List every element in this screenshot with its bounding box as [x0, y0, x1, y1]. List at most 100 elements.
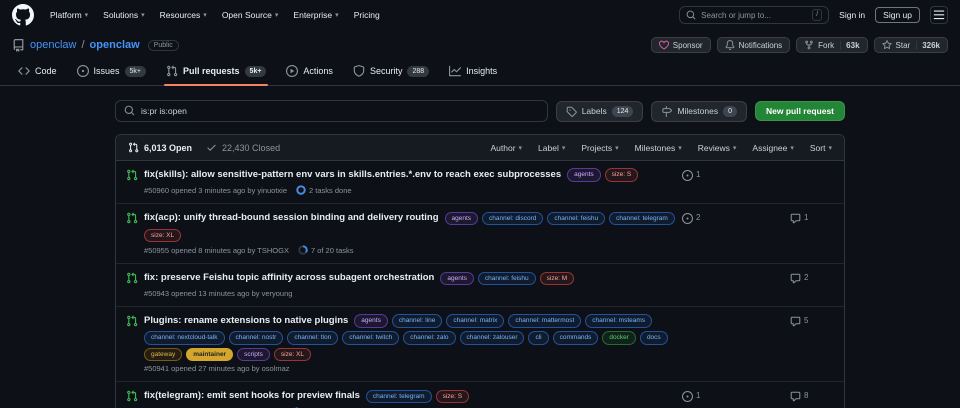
- milestones-button[interactable]: Milestones 0: [651, 101, 747, 122]
- pr-search-box[interactable]: [115, 100, 548, 122]
- labels-button[interactable]: Labels 124: [556, 101, 644, 122]
- pr-title-link[interactable]: fix(skills): allow sensitive-pattern env…: [144, 168, 561, 182]
- pr-search-input[interactable]: [141, 106, 539, 116]
- pr-label[interactable]: size: S: [605, 168, 639, 182]
- pr-main: fix: preserve Feishu topic affinity acro…: [144, 271, 682, 297]
- pr-label[interactable]: channel: tlon: [287, 331, 338, 345]
- sliders-icon: [933, 9, 945, 21]
- pr-title-link[interactable]: fix(telegram): emit sent hooks for previ…: [144, 389, 360, 403]
- bell-icon: [725, 40, 735, 50]
- pr-label[interactable]: channel: discord: [482, 212, 543, 226]
- pr-label[interactable]: channel: nostr: [229, 331, 284, 345]
- pr-label[interactable]: channel: matrix: [446, 314, 504, 328]
- github-logo-icon: [12, 4, 34, 26]
- pr-row: Plugins: rename extensions to native plu…: [116, 306, 844, 382]
- filter-assignee[interactable]: Assignee▾: [752, 143, 793, 153]
- pr-review-count[interactable]: 1: [682, 170, 790, 195]
- comment-count-text: 2: [804, 273, 808, 282]
- pr-review-count[interactable]: 1: [682, 391, 790, 408]
- shield-icon: [353, 65, 365, 77]
- filter-label[interactable]: Label▾: [538, 143, 565, 153]
- nav-item-pricing[interactable]: Pricing: [354, 10, 380, 20]
- pr-label[interactable]: channel: telegram: [366, 390, 432, 404]
- pr-title-link[interactable]: fix(acp): unify thread-bound session bin…: [144, 211, 439, 225]
- tab-code[interactable]: Code: [10, 59, 65, 85]
- tab-count: 5k+: [125, 66, 146, 77]
- pr-label[interactable]: channel: twitch: [342, 331, 399, 345]
- repo-name-link[interactable]: openclaw: [90, 39, 140, 51]
- new-pull-request-button[interactable]: New pull request: [755, 101, 845, 121]
- pr-label[interactable]: gateway: [144, 348, 182, 362]
- pr-label[interactable]: maintainer: [186, 348, 233, 362]
- sign-up-button[interactable]: Sign up: [875, 7, 920, 23]
- repo-owner-link[interactable]: openclaw: [30, 39, 76, 51]
- pr-label[interactable]: size: XL: [274, 348, 311, 362]
- sponsor-button[interactable]: Sponsor: [651, 37, 711, 53]
- pr-label[interactable]: cli: [528, 331, 548, 345]
- tab-security[interactable]: Security288: [345, 59, 437, 85]
- github-logo-icon[interactable]: [12, 4, 34, 26]
- sign-in-link[interactable]: Sign in: [839, 10, 865, 20]
- tab-pull-requests[interactable]: Pull requests5k+: [158, 59, 274, 85]
- pr-label[interactable]: agents: [354, 314, 388, 328]
- comment-icon: [790, 391, 801, 402]
- open-prs-filter[interactable]: 6,013 Open: [128, 142, 192, 153]
- notifications-button[interactable]: Notifications: [717, 37, 791, 53]
- filter-milestones[interactable]: Milestones▾: [635, 143, 682, 153]
- filter-reviews[interactable]: Reviews▾: [698, 143, 737, 153]
- pr-label[interactable]: commands: [553, 331, 599, 345]
- pr-title-link[interactable]: fix: preserve Feishu topic affinity acro…: [144, 271, 434, 285]
- global-search-box[interactable]: Search or jump to... /: [679, 6, 829, 24]
- pr-label[interactable]: agents: [567, 168, 601, 182]
- settings-sliders-icon[interactable]: [930, 6, 948, 24]
- nav-item-platform[interactable]: Platform▾: [50, 10, 88, 20]
- nav-item-solutions[interactable]: Solutions▾: [103, 10, 144, 20]
- milestones-count: 0: [723, 106, 737, 117]
- nav-item-enterprise[interactable]: Enterprise▾: [293, 10, 338, 20]
- tab-insights[interactable]: Insights: [441, 59, 505, 85]
- filter-label: Milestones: [635, 143, 676, 153]
- pr-title-link[interactable]: Plugins: rename extensions to native plu…: [144, 314, 348, 328]
- nav-item-open-source[interactable]: Open Source▾: [222, 10, 279, 20]
- pr-side: 1: [682, 168, 832, 195]
- pr-label[interactable]: scripts: [237, 348, 270, 362]
- tab-label: Pull requests: [183, 66, 240, 76]
- tab-issues[interactable]: Issues5k+: [69, 59, 155, 85]
- pr-label[interactable]: size: S: [436, 390, 470, 404]
- pr-review-count: [682, 273, 790, 297]
- git-pull-request-icon: [126, 315, 138, 327]
- pr-label[interactable]: channel: feishu: [547, 212, 605, 226]
- pr-label[interactable]: channel: zalo: [403, 331, 455, 345]
- pr-title-line: fix: preserve Feishu topic affinity acro…: [144, 271, 682, 285]
- filter-label: Author: [490, 143, 515, 153]
- pr-comment-count[interactable]: 2: [790, 273, 832, 297]
- pr-label[interactable]: size: M: [540, 272, 575, 286]
- tab-actions[interactable]: Actions: [278, 59, 341, 85]
- pr-label[interactable]: channel: nextcloud-talk: [144, 331, 225, 345]
- star-button[interactable]: Star 326k: [874, 37, 948, 53]
- pr-label[interactable]: channel: telegram: [609, 212, 675, 226]
- filter-label: Sort: [810, 143, 826, 153]
- filter-sort[interactable]: Sort▾: [810, 143, 832, 153]
- pr-label[interactable]: agents: [440, 272, 474, 286]
- pr-comment-count[interactable]: 1: [790, 213, 832, 255]
- nav-item-resources[interactable]: Resources▾: [160, 10, 207, 20]
- closed-prs-filter[interactable]: 22,430 Closed: [206, 142, 280, 153]
- pr-label[interactable]: channel: zalouser: [460, 331, 525, 345]
- pr-label[interactable]: agents: [445, 212, 479, 226]
- filter-label: Label: [538, 143, 559, 153]
- filter-projects[interactable]: Projects▾: [581, 143, 618, 153]
- pr-label[interactable]: docs: [640, 331, 668, 345]
- pr-label[interactable]: channel: msteams: [585, 314, 652, 328]
- pr-comment-count[interactable]: 8: [790, 391, 832, 408]
- pr-review-count[interactable]: 2: [682, 213, 790, 255]
- nav-item-label: Resources: [160, 10, 201, 20]
- pr-label[interactable]: channel: line: [392, 314, 443, 328]
- pr-label[interactable]: size: XL: [144, 229, 181, 243]
- pr-label[interactable]: channel: feishu: [478, 272, 536, 286]
- pr-label[interactable]: channel: mattermost: [508, 314, 581, 328]
- fork-button[interactable]: Fork 63k: [796, 37, 867, 53]
- pr-label[interactable]: docker: [602, 331, 636, 345]
- filter-author[interactable]: Author▾: [490, 143, 522, 153]
- pr-comment-count[interactable]: 5: [790, 316, 832, 374]
